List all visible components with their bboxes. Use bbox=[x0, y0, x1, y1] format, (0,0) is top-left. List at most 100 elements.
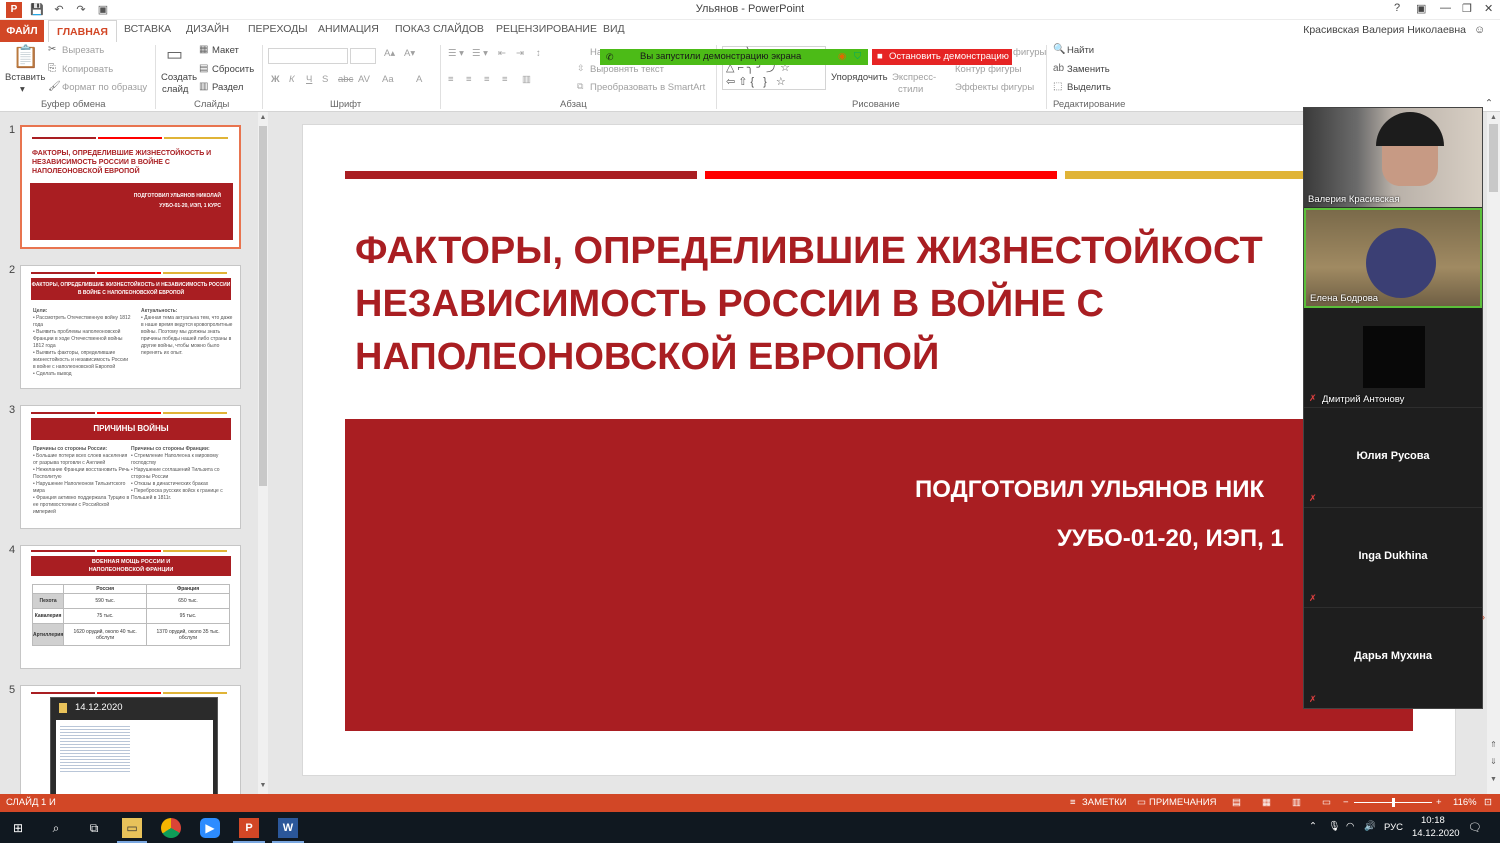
wifi-icon[interactable]: ◠ bbox=[1346, 821, 1354, 832]
tab-animations[interactable]: АНИМАЦИЯ bbox=[318, 23, 379, 35]
clock-time[interactable]: 10:18 bbox=[1421, 815, 1445, 826]
zoom-icon[interactable]: ▶ bbox=[200, 818, 220, 838]
tab-transitions[interactable]: ПЕРЕХОДЫ bbox=[248, 23, 308, 35]
user-account[interactable]: Красивская Валерия Николаевна bbox=[1303, 24, 1466, 36]
fit-to-window-icon[interactable]: ⊡ bbox=[1484, 797, 1492, 808]
current-slide[interactable]: ФАКТОРЫ, ОПРЕДЕЛИВШИЕ ЖИЗНЕСТОЙКОСТ НЕЗА… bbox=[302, 124, 1456, 776]
minimize-button[interactable]: — bbox=[1440, 2, 1451, 14]
cut-button[interactable]: Вырезать bbox=[62, 45, 104, 56]
input-language[interactable]: РУС bbox=[1384, 822, 1403, 833]
scroll-thumb[interactable] bbox=[259, 126, 267, 486]
columns-icon[interactable]: ▥ bbox=[522, 74, 531, 85]
grow-font-icon[interactable]: A▴ bbox=[384, 48, 395, 59]
collapse-ribbon-icon[interactable]: ⌃ bbox=[1485, 98, 1493, 109]
slide-sorter-icon[interactable]: ▦ bbox=[1262, 797, 1271, 808]
search-icon[interactable]: ⌕ bbox=[46, 818, 66, 838]
file-explorer-icon[interactable]: ▭ bbox=[122, 818, 142, 838]
layout-icon[interactable]: ▦ bbox=[199, 44, 208, 55]
tab-slideshow[interactable]: ПОКАЗ СЛАЙДОВ bbox=[395, 23, 484, 35]
replace-button[interactable]: Заменить bbox=[1067, 64, 1110, 75]
copy-button[interactable]: Копировать bbox=[62, 64, 113, 75]
change-case-button[interactable]: Aa bbox=[382, 74, 394, 85]
slide-subtitle-box[interactable]: ПОДГОТОВИЛ УЛЬЯНОВ НИК УУБО-01-20, ИЭП, … bbox=[345, 419, 1413, 731]
paste-icon[interactable]: 📋 bbox=[12, 44, 39, 70]
zoom-slider-thumb[interactable] bbox=[1392, 798, 1395, 807]
justify-icon[interactable]: ≡ bbox=[502, 74, 508, 85]
scroll-down-icon[interactable]: ▼ bbox=[1487, 776, 1500, 783]
reading-view-icon[interactable]: ▥ bbox=[1292, 797, 1301, 808]
screen-share-banner[interactable]: ✆ Вы запустили демонстрацию экрана ◉ ⛉ bbox=[600, 49, 868, 65]
tab-design[interactable]: ДИЗАЙН bbox=[186, 23, 229, 35]
notifications-icon[interactable]: 🗨 bbox=[1468, 821, 1482, 834]
align-right-icon[interactable]: ≡ bbox=[484, 74, 490, 85]
restore-button[interactable]: ❐ bbox=[1462, 2, 1472, 15]
arrange-button[interactable]: Упорядочить bbox=[831, 72, 888, 83]
participant-tile-active-speaker[interactable]: Елена Бодрова bbox=[1304, 208, 1482, 308]
task-view-icon[interactable]: ⧉ bbox=[84, 818, 104, 838]
shape-effects-button[interactable]: Эффекты фигуры bbox=[955, 82, 1034, 93]
find-button[interactable]: Найти bbox=[1067, 45, 1094, 56]
close-button[interactable]: ✕ bbox=[1484, 2, 1493, 15]
select-icon[interactable]: ⬚ bbox=[1053, 81, 1062, 92]
increase-indent-icon[interactable]: ⇥ bbox=[516, 48, 524, 59]
tab-file[interactable]: ФАЙЛ bbox=[0, 20, 44, 42]
ribbon-display-options-icon[interactable]: ▣ bbox=[1416, 2, 1426, 15]
numbering-icon[interactable]: ☰ ▾ bbox=[472, 48, 488, 59]
paste-button[interactable]: Вставить bbox=[5, 72, 45, 83]
align-left-icon[interactable]: ≡ bbox=[448, 74, 454, 85]
tab-view[interactable]: ВИД bbox=[603, 23, 625, 35]
italic-button[interactable]: К bbox=[289, 74, 295, 85]
notes-icon[interactable]: ≡ bbox=[1070, 797, 1076, 808]
new-slide-label-2[interactable]: слайд bbox=[162, 84, 188, 95]
tab-review[interactable]: РЕЦЕНЗИРОВАНИЕ bbox=[496, 23, 597, 35]
microphone-icon[interactable]: 🎙 bbox=[1328, 821, 1340, 832]
participant-tile[interactable]: Юлия Русова ✗ bbox=[1304, 408, 1482, 508]
next-slide-icon[interactable]: ⇓ bbox=[1487, 757, 1500, 766]
copy-icon[interactable]: ⎘ bbox=[48, 63, 56, 74]
previous-slide-icon[interactable]: ⇑ bbox=[1487, 740, 1500, 749]
tab-insert[interactable]: ВСТАВКА bbox=[124, 23, 171, 35]
normal-view-icon[interactable]: ▤ bbox=[1232, 797, 1241, 808]
comments-icon[interactable]: ▭ bbox=[1137, 797, 1146, 808]
comments-button[interactable]: ПРИМЕЧАНИЯ bbox=[1149, 797, 1216, 808]
find-icon[interactable]: 🔍 bbox=[1053, 44, 1065, 55]
zoom-out-icon[interactable]: − bbox=[1343, 797, 1349, 808]
slide-scrollbar[interactable]: ▲ ⇑ ⇓ ▼ bbox=[1487, 112, 1500, 794]
scroll-up-icon[interactable]: ▲ bbox=[1487, 114, 1500, 121]
panel-expand-icon[interactable]: › bbox=[1482, 612, 1485, 622]
shape-outline-button[interactable]: Контур фигуры bbox=[955, 64, 1021, 75]
section-icon[interactable]: ▥ bbox=[199, 81, 208, 92]
slideshow-view-icon[interactable]: ▭ bbox=[1322, 797, 1331, 808]
scroll-thumb[interactable] bbox=[1489, 124, 1498, 192]
participant-tile[interactable]: Валерия Красивская bbox=[1304, 108, 1482, 208]
character-spacing-button[interactable]: AV bbox=[358, 74, 370, 85]
taskbar-preview-popup[interactable]: 14.12.2020 bbox=[50, 697, 218, 809]
new-slide-icon[interactable]: ▭ bbox=[166, 44, 183, 65]
line-spacing-icon[interactable]: ↕ bbox=[536, 48, 541, 59]
stop-share-button[interactable]: ■ Остановить демонстрацию bbox=[872, 49, 1012, 65]
windows-start-icon[interactable]: ⊞ bbox=[8, 818, 28, 838]
chrome-icon[interactable] bbox=[161, 818, 181, 838]
scroll-up-icon[interactable]: ▲ bbox=[258, 114, 268, 121]
slide-thumbnail-4[interactable]: ВОЕННАЯ МОЩЬ РОССИИ И НАПОЛЕОНОВСКОЙ ФРА… bbox=[20, 545, 241, 669]
slide-thumbnail-1[interactable]: ФАКТОРЫ, ОПРЕДЕЛИВШИЕ ЖИЗНЕСТОЙКОСТЬ И Н… bbox=[20, 125, 241, 249]
quick-styles-button[interactable]: Экспресс- bbox=[892, 72, 936, 83]
replace-icon[interactable]: ab bbox=[1053, 63, 1064, 74]
word-icon[interactable]: W bbox=[278, 818, 298, 838]
decrease-indent-icon[interactable]: ⇤ bbox=[498, 48, 506, 59]
participant-tile[interactable]: Дарья Мухина ✗ bbox=[1304, 608, 1482, 708]
smartart-icon[interactable]: ⧉ bbox=[577, 81, 583, 92]
tab-home[interactable]: ГЛАВНАЯ bbox=[48, 20, 117, 43]
font-color-button[interactable]: A bbox=[416, 74, 422, 85]
account-avatar-icon[interactable]: ☺ bbox=[1474, 24, 1485, 36]
align-text-button[interactable]: Выровнять текст bbox=[590, 64, 664, 75]
reset-icon[interactable]: ▤ bbox=[199, 63, 208, 74]
show-hidden-icons-icon[interactable]: ⌃ bbox=[1309, 821, 1317, 832]
new-slide-label[interactable]: Создать bbox=[161, 72, 197, 83]
format-painter-button[interactable]: Формат по образцу bbox=[62, 82, 147, 93]
participant-tile[interactable]: ✗ Дмитрий Антонову bbox=[1304, 308, 1482, 408]
layout-button[interactable]: Макет bbox=[212, 45, 239, 56]
notes-button[interactable]: ЗАМЕТКИ bbox=[1082, 797, 1127, 808]
align-text-icon[interactable]: ⇳ bbox=[577, 63, 585, 74]
align-center-icon[interactable]: ≡ bbox=[466, 74, 472, 85]
